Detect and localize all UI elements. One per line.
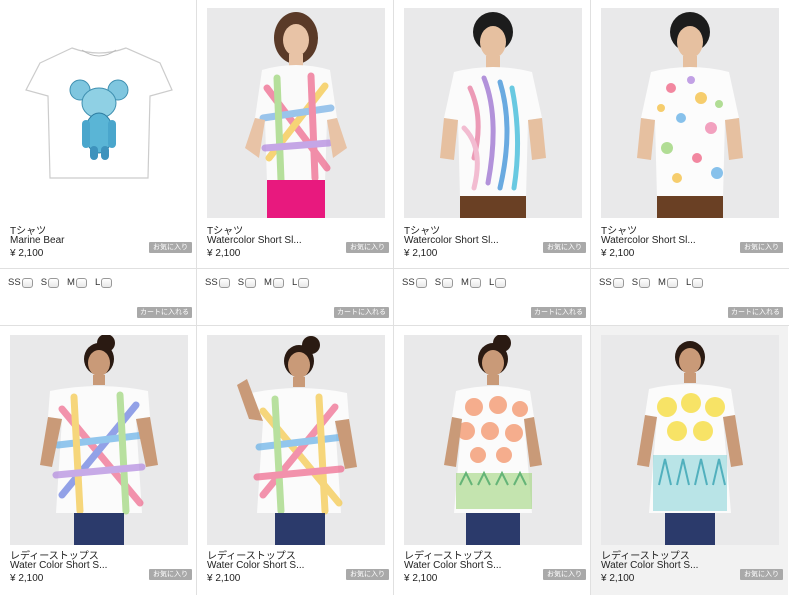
product-card: Tシャツ Watercolor Short Sl... ¥ 2,100 お気に入… — [591, 0, 788, 325]
favorite-button[interactable]: お気に入り — [740, 242, 783, 253]
product-name[interactable]: Water Color Short S... — [207, 560, 327, 571]
favorite-button[interactable]: お気に入り — [149, 569, 192, 580]
model-woman-icon — [245, 12, 347, 218]
product-grid: Tシャツ Marine Bear ¥ 2,100 お気に入り SS S M L … — [0, 0, 789, 595]
product-image[interactable] — [207, 8, 385, 218]
product-price: ¥ 2,100 — [601, 573, 635, 584]
product-image[interactable] — [207, 335, 385, 545]
checkbox[interactable] — [415, 277, 427, 288]
product-name[interactable]: Marine Bear — [10, 235, 130, 246]
checkbox[interactable] — [298, 277, 310, 288]
size-option-ss[interactable]: SS — [599, 277, 624, 288]
size-option-m[interactable]: M — [67, 277, 87, 288]
size-selector: SS S M L — [205, 277, 317, 288]
size-option-ss[interactable]: SS — [402, 277, 427, 288]
favorite-button[interactable]: お気に入り — [543, 569, 586, 580]
favorite-button[interactable]: お気に入り — [149, 242, 192, 253]
product-card: レディーストップス Water Color Short S... ¥ 2,100… — [197, 326, 394, 595]
size-option-m[interactable]: M — [658, 277, 678, 288]
model-man-icon — [637, 12, 743, 218]
product-name[interactable]: Water Color Short S... — [601, 560, 721, 571]
product-image[interactable] — [404, 8, 582, 218]
checkbox[interactable] — [48, 277, 60, 288]
product-price: ¥ 2,100 — [404, 248, 438, 259]
model-woman-icon — [40, 335, 158, 545]
size-option-l[interactable]: L — [95, 277, 113, 288]
checkbox[interactable] — [639, 277, 651, 288]
product-price: ¥ 2,100 — [207, 248, 241, 259]
product-price: ¥ 2,100 — [10, 573, 44, 584]
product-card: Tシャツ Marine Bear ¥ 2,100 お気に入り SS S M L … — [0, 0, 197, 325]
checkbox[interactable] — [469, 277, 481, 288]
product-price: ¥ 2,100 — [10, 248, 44, 259]
size-selector: SS S M L — [599, 277, 711, 288]
model-woman-icon — [237, 336, 357, 545]
tshirt-bear-icon — [25, 47, 173, 179]
product-image[interactable] — [601, 8, 779, 218]
favorite-button[interactable]: お気に入り — [346, 569, 389, 580]
size-option-m[interactable]: M — [264, 277, 284, 288]
size-selector: SS S M L — [402, 277, 514, 288]
product-card: レディーストップス Water Color Short S... ¥ 2,100… — [591, 326, 788, 595]
checkbox[interactable] — [272, 277, 284, 288]
product-image[interactable] — [404, 335, 582, 545]
add-to-cart-button[interactable]: カートに入れる — [728, 307, 783, 318]
size-option-s[interactable]: S — [632, 277, 651, 288]
product-name[interactable]: Watercolor Short Sl... — [404, 235, 524, 246]
favorite-button[interactable]: お気に入り — [543, 242, 586, 253]
favorite-button[interactable]: お気に入り — [346, 242, 389, 253]
product-card: レディーストップス Water Color Short S... ¥ 2,100… — [394, 326, 591, 595]
size-option-l[interactable]: L — [489, 277, 507, 288]
checkbox[interactable] — [495, 277, 507, 288]
product-name[interactable]: Watercolor Short Sl... — [601, 235, 721, 246]
size-option-s[interactable]: S — [41, 277, 60, 288]
product-card: レディーストップス Water Color Short S... ¥ 2,100… — [0, 326, 197, 595]
checkbox[interactable] — [612, 277, 624, 288]
model-woman-icon — [444, 335, 542, 545]
checkbox[interactable] — [101, 277, 113, 288]
size-option-ss[interactable]: SS — [205, 277, 230, 288]
size-option-s[interactable]: S — [238, 277, 257, 288]
product-card: Tシャツ Watercolor Short Sl... ¥ 2,100 お気に入… — [197, 0, 394, 325]
favorite-button[interactable]: お気に入り — [740, 569, 783, 580]
product-name[interactable]: Water Color Short S... — [404, 560, 524, 571]
checkbox[interactable] — [218, 277, 230, 288]
checkbox[interactable] — [75, 277, 87, 288]
product-price: ¥ 2,100 — [207, 573, 241, 584]
add-to-cart-button[interactable]: カートに入れる — [137, 307, 192, 318]
size-option-s[interactable]: S — [435, 277, 454, 288]
product-name[interactable]: Watercolor Short Sl... — [207, 235, 327, 246]
size-option-m[interactable]: M — [461, 277, 481, 288]
product-card: Tシャツ Watercolor Short Sl... ¥ 2,100 お気に入… — [394, 0, 591, 325]
product-name[interactable]: Water Color Short S... — [10, 560, 130, 571]
add-to-cart-button[interactable]: カートに入れる — [531, 307, 586, 318]
add-to-cart-button[interactable]: カートに入れる — [334, 307, 389, 318]
model-man-icon — [440, 12, 546, 218]
model-woman-icon — [637, 341, 743, 545]
product-image[interactable] — [601, 335, 779, 545]
checkbox[interactable] — [245, 277, 257, 288]
product-price: ¥ 2,100 — [601, 248, 635, 259]
size-selector: SS S M L — [8, 277, 120, 288]
size-option-ss[interactable]: SS — [8, 277, 33, 288]
checkbox[interactable] — [666, 277, 678, 288]
checkbox[interactable] — [21, 277, 33, 288]
product-image[interactable] — [10, 335, 188, 545]
size-option-l[interactable]: L — [686, 277, 704, 288]
checkbox[interactable] — [692, 277, 704, 288]
size-option-l[interactable]: L — [292, 277, 310, 288]
product-price: ¥ 2,100 — [404, 573, 438, 584]
checkbox[interactable] — [442, 277, 454, 288]
product-image[interactable] — [10, 8, 188, 218]
